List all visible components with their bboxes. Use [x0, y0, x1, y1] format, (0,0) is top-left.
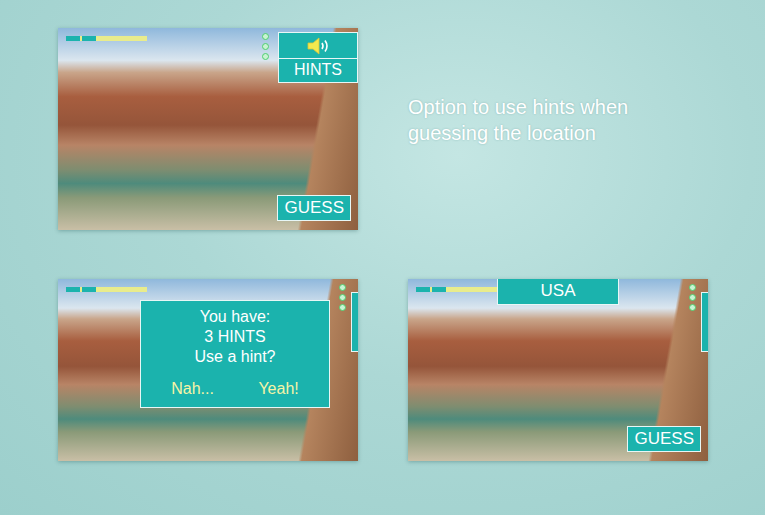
progress-bar: [66, 36, 147, 41]
game-screen: HINTS GUESS: [58, 28, 358, 230]
dot: [262, 43, 269, 50]
hints-tab[interactable]: [701, 292, 708, 352]
dialog-line: 3 HINTS: [204, 327, 265, 347]
menu-dots[interactable]: [262, 33, 269, 60]
progress-bar: [66, 287, 147, 292]
hints-icon-row: [279, 33, 357, 59]
menu-dots[interactable]: [339, 284, 346, 311]
dot: [689, 294, 696, 301]
dialog-buttons: Nah... Yeah!: [149, 379, 321, 399]
dialog-button[interactable]: Nah...: [171, 379, 214, 399]
hint-dialog: You have:3 HINTSUse a hint? Nah... Yeah!: [140, 300, 330, 408]
dialog-line: Use a hint?: [195, 347, 276, 367]
hints-label: HINTS: [290, 59, 346, 82]
dot: [339, 284, 346, 291]
dot: [339, 294, 346, 301]
dialog-button[interactable]: Yeah!: [258, 379, 298, 399]
slide: HINTS GUESS Option to use hints when guess…: [0, 0, 765, 515]
dot: [689, 284, 696, 291]
hints-button[interactable]: HINTS: [278, 32, 358, 83]
dialog-line: You have:: [200, 307, 271, 327]
progress-fill: [66, 287, 97, 292]
caption: Option to use hints when guessing the lo…: [408, 28, 668, 146]
dot: [689, 304, 696, 311]
dot: [339, 304, 346, 311]
menu-dots[interactable]: [689, 284, 696, 311]
dot: [262, 33, 269, 40]
dot: [262, 53, 269, 60]
speaker-icon: [303, 36, 333, 56]
hints-tab[interactable]: [351, 292, 358, 352]
game-screen: You have:3 HINTSUse a hint? Nah... Yeah!: [58, 279, 358, 461]
guess-button[interactable]: GUESS: [627, 426, 701, 452]
guess-button[interactable]: GUESS: [277, 195, 351, 221]
progress-bar: [416, 287, 497, 292]
progress-fill: [416, 287, 447, 292]
game-screen: USA GUESS: [408, 279, 708, 461]
progress-fill: [66, 36, 97, 41]
hint-banner: USA: [497, 279, 619, 305]
